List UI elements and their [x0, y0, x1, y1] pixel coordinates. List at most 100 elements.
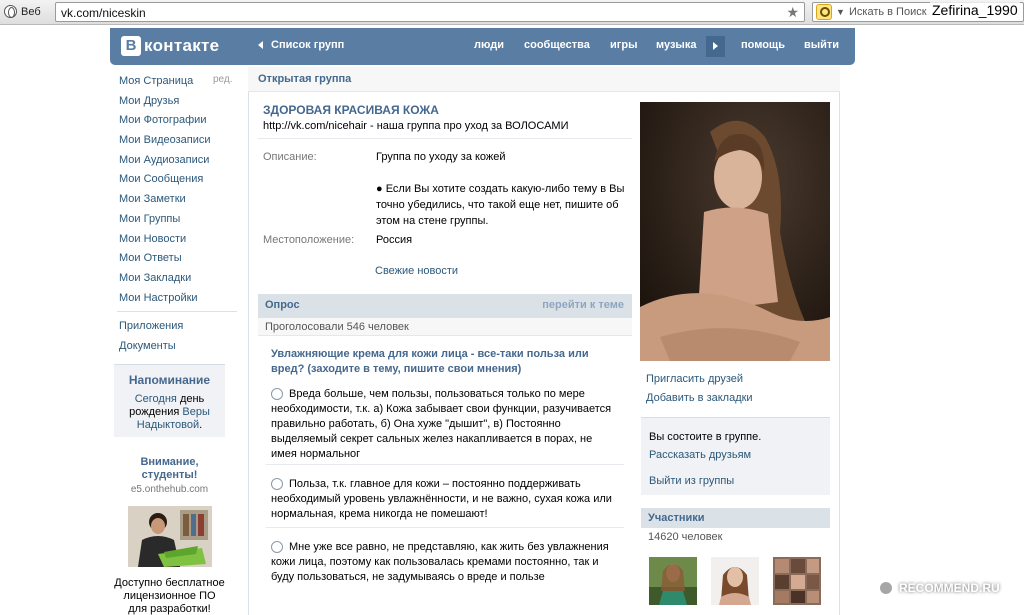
ad-image[interactable]	[127, 506, 212, 567]
group-type-bar: Открытая группа	[248, 67, 840, 92]
recommend-text: RECOMMEND.RU	[899, 581, 1000, 595]
sidebar-item-settings[interactable]: Мои Настройки	[119, 290, 239, 310]
location-label: Местоположение:	[263, 234, 355, 246]
sidebar-item-messages[interactable]: Мои Сообщения	[119, 171, 239, 191]
nav-people[interactable]: люди	[474, 39, 504, 51]
web-label: Веб	[21, 5, 41, 18]
member-photo	[649, 557, 697, 605]
search-placeholder: Искать в Поиск	[849, 6, 927, 18]
student-laptop-illustration	[127, 506, 212, 567]
sidebar-item-documents[interactable]: Документы	[119, 338, 239, 358]
members-count: 14620 человек	[648, 531, 723, 543]
vk-logo-mark: В	[121, 36, 141, 56]
member-avatar[interactable]	[649, 557, 697, 605]
member-avatar[interactable]	[711, 557, 759, 605]
sidebar-item-bookmarks[interactable]: Мои Закладки	[119, 270, 239, 290]
poll-option-2[interactable]: Польза, т.к. главное для кожи – постоянн…	[271, 477, 621, 522]
member-photo	[711, 557, 759, 605]
member-photo	[773, 557, 821, 605]
chevron-down-icon[interactable]: ▼	[836, 7, 845, 17]
poll-title: Опрос	[265, 299, 300, 311]
username-watermark: Zefirina_1990	[930, 2, 1020, 18]
reminder-today-link[interactable]: Сегодня	[135, 393, 177, 405]
site-header: В контакте Список групп люди сообщества …	[110, 28, 855, 65]
reminder-period: .	[199, 419, 203, 431]
group-title: ЗДОРОВАЯ КРАСИВАЯ КОЖА	[263, 103, 439, 117]
nav-communities[interactable]: сообщества	[524, 39, 590, 51]
membership-status: Вы состоите в группе.	[649, 431, 762, 443]
poll-option-1[interactable]: Вреда больше, чем пользы, пользоваться т…	[271, 387, 621, 462]
poll-vote-count: Проголосовали 546 человек	[265, 321, 409, 333]
browser-toolbar: Веб vk.com/niceskin ★ ▼ Искать в Поиск Z…	[0, 0, 1024, 25]
sidebar-item-videos[interactable]: Мои Видеозаписи	[119, 132, 239, 152]
music-play-icon[interactable]	[706, 36, 725, 57]
description-line-2: ● Если Вы хотите создать какую-либо тему…	[376, 183, 625, 227]
group-list-link[interactable]: Список групп	[271, 39, 344, 51]
search-engine-icon[interactable]	[816, 4, 832, 20]
tell-friends-link[interactable]: Рассказать друзьям	[649, 449, 751, 461]
reminder-title: Напоминание	[128, 373, 211, 387]
menu-divider	[117, 311, 237, 312]
group-subtitle: http://vk.com/nicehair - наша группа про…	[263, 120, 569, 132]
vk-logo-text: контакте	[144, 36, 220, 55]
member-avatar[interactable]	[773, 557, 821, 605]
poll-option-2-text: Польза, т.к. главное для кожи – постоянн…	[271, 478, 612, 520]
membership-box: Вы состоите в группе. Рассказать друзьям…	[641, 417, 830, 495]
poll-option-3-text: Мне уже все равно, не представляю, как ж…	[271, 541, 609, 583]
radio-option-2[interactable]	[271, 478, 283, 490]
reminder-body: Сегодня день рождения Веры Надыктовой.	[118, 393, 221, 432]
sidebar-item-answers[interactable]: Мои Ответы	[119, 250, 239, 270]
star-icon[interactable]: ★	[786, 4, 799, 21]
sidebar-item-notes[interactable]: Мои Заметки	[119, 191, 239, 211]
leave-group-link[interactable]: Выйти из группы	[649, 475, 734, 487]
nav-music[interactable]: музыка	[656, 39, 696, 51]
ad-text: Доступно бесплатное лицензионное ПО для …	[114, 577, 225, 615]
group-type-label: Открытая группа	[258, 73, 352, 85]
vk-logo[interactable]: В контакте	[121, 36, 219, 56]
sidebar-item-audio[interactable]: Мои Аудиозаписи	[119, 152, 239, 172]
globe-icon	[4, 5, 17, 18]
sidebar-item-friends[interactable]: Мои Друзья	[119, 93, 239, 113]
info-divider	[258, 138, 632, 139]
nav-games[interactable]: игры	[610, 39, 637, 51]
location-value: Россия	[376, 234, 413, 246]
poll-option-1-text: Вреда больше, чем пользы, пользоваться т…	[271, 388, 612, 460]
sidebar-item-news[interactable]: Мои Новости	[119, 231, 239, 251]
fresh-news-link[interactable]: Свежие новости	[375, 265, 458, 277]
ad-title[interactable]: Внимание, студенты!	[114, 456, 225, 482]
poll-option-divider	[266, 464, 624, 465]
nav-logout[interactable]: выйти	[804, 39, 839, 51]
members-header[interactable]: Участники	[641, 508, 830, 528]
sidebar-item-photos[interactable]: Мои Фотографии	[119, 112, 239, 132]
poll-goto-topic-link[interactable]: перейти к теме	[542, 299, 624, 311]
ad-domain: e5.onthehub.com	[130, 484, 209, 495]
recommend-watermark: RECOMMEND.RU	[878, 580, 1000, 596]
url-text: vk.com/niceskin	[61, 6, 146, 20]
poll-question: Увлажняющие крема для кожи лица - все-та…	[271, 348, 589, 375]
members-title: Участники	[648, 512, 705, 524]
sidebar-item-groups[interactable]: Мои Группы	[119, 211, 239, 231]
back-arrow-icon[interactable]	[258, 41, 263, 49]
description-line-1: Группа по уходу за кожей	[376, 151, 506, 163]
add-bookmark-link[interactable]: Добавить в закладки	[646, 392, 753, 404]
poll-votes-bar: Проголосовали 546 человек	[258, 318, 632, 336]
left-menu: Моя Страница Мои Друзья Мои Фотографии М…	[119, 73, 239, 309]
web-button[interactable]: Веб	[4, 5, 41, 18]
radio-option-3[interactable]	[271, 541, 283, 553]
nav-help[interactable]: помощь	[741, 39, 785, 51]
edit-menu-link[interactable]: ред.	[213, 74, 233, 85]
address-bar[interactable]: vk.com/niceskin ★	[55, 2, 805, 22]
left-menu-secondary: Приложения Документы	[119, 318, 239, 357]
recommend-logo-icon	[878, 580, 894, 596]
sidebar-item-apps[interactable]: Приложения	[119, 318, 239, 338]
group-avatar[interactable]	[640, 102, 830, 361]
description-label: Описание:	[263, 151, 317, 163]
sidebar-ad[interactable]: Внимание, студенты! e5.onthehub.com Дост…	[114, 456, 225, 615]
reminder-box: Напоминание Сегодня день рождения Веры Н…	[114, 364, 225, 437]
invite-friends-link[interactable]: Пригласить друзей	[646, 373, 743, 385]
poll-option-3[interactable]: Мне уже все равно, не представляю, как ж…	[271, 540, 621, 585]
radio-option-1[interactable]	[271, 388, 283, 400]
group-avatar-photo	[640, 102, 830, 361]
poll-header: Опрос перейти к теме	[258, 294, 632, 318]
poll-option-divider	[266, 527, 624, 528]
